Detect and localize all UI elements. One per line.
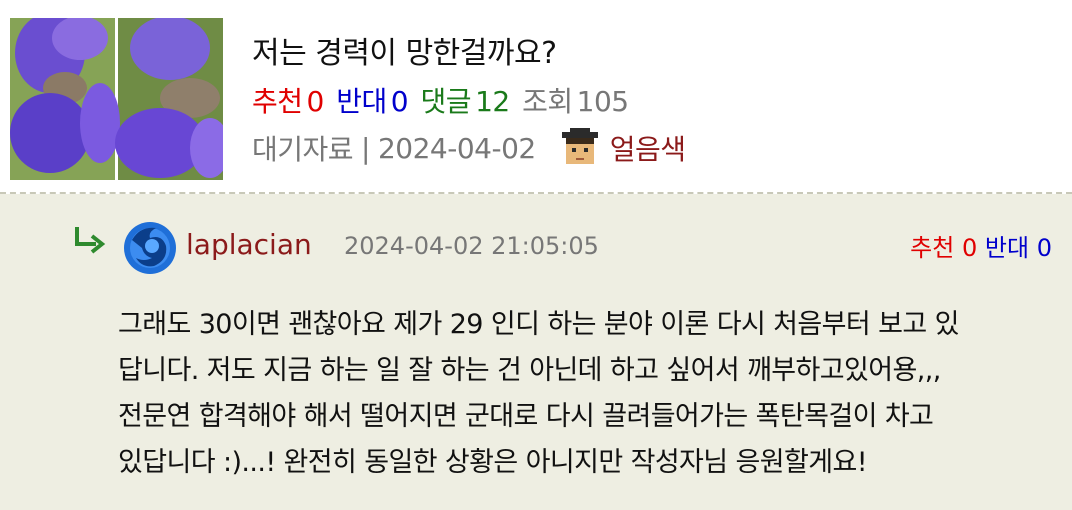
post-header: 저는 경력이 망한걸까요? 추천 0 반대 0 댓글 12 조회 105 대기자료 | … <box>0 0 1072 192</box>
comment-oppose-label[interactable]: 반대 <box>985 234 1029 262</box>
post-stats: 추천 0 반대 0 댓글 12 조회 105 <box>252 80 633 120</box>
recommend-count: 0 <box>306 85 325 118</box>
comment-body: 그래도 30이면 괜찮아요 제가 29 인디 하는 분야 이론 다시 처음부터 … <box>118 302 1068 486</box>
oppose-label: 반대 <box>336 85 387 118</box>
views-count: 105 <box>576 85 629 118</box>
post-title[interactable]: 저는 경력이 망한걸까요? <box>252 28 557 72</box>
comment-recommend-label[interactable]: 추천 <box>910 234 954 262</box>
reply-arrow-icon <box>72 224 110 254</box>
post-author[interactable]: 얼음색 <box>610 128 686 168</box>
post-date: 2024-04-02 <box>377 131 536 165</box>
firefox-avatar-icon <box>122 220 178 276</box>
comment-line: 전문연 합격해야 해서 떨어지면 군대로 다시 끌려들어가는 폭탄목걸이 차고 <box>118 401 934 432</box>
comment-votes: 추천 0 반대 0 <box>910 228 1052 263</box>
recommend-label: 추천 <box>252 85 303 118</box>
post-meta: 대기자료 | 2024-04-02 얼음색 <box>252 128 686 168</box>
comment-line: 답니다. 저도 지금 하는 일 잘 하는 건 아닌데 하고 싶어서 깨부하고있어… <box>118 355 941 386</box>
comment-line: 그래도 30이면 괜찮아요 제가 29 인디 하는 분야 이론 다시 처음부터 … <box>118 309 959 340</box>
pixel-avatar-icon <box>560 128 600 168</box>
comment-oppose-count: 0 <box>1036 234 1052 262</box>
comment-timestamp: 2024-04-02 21:05:05 <box>344 232 599 260</box>
meta-separator: | <box>361 131 370 165</box>
comment-item: laplacian 2024-04-02 21:05:05 추천 0 반대 0 … <box>0 194 1072 510</box>
comments-count: 12 <box>475 85 510 118</box>
comment-recommend-count: 0 <box>961 234 978 262</box>
comment-author[interactable]: laplacian <box>186 228 312 261</box>
post-thumbnail-image[interactable] <box>10 18 223 180</box>
comment-line: 있답니다 :)...! 완전히 동일한 상황은 아니지만 작성자님 응원할게요! <box>118 447 868 478</box>
views-label: 조회 <box>522 85 573 118</box>
post-category[interactable]: 대기자료 <box>252 128 354 168</box>
comments-label: 댓글 <box>420 85 472 118</box>
oppose-count: 0 <box>390 85 409 118</box>
